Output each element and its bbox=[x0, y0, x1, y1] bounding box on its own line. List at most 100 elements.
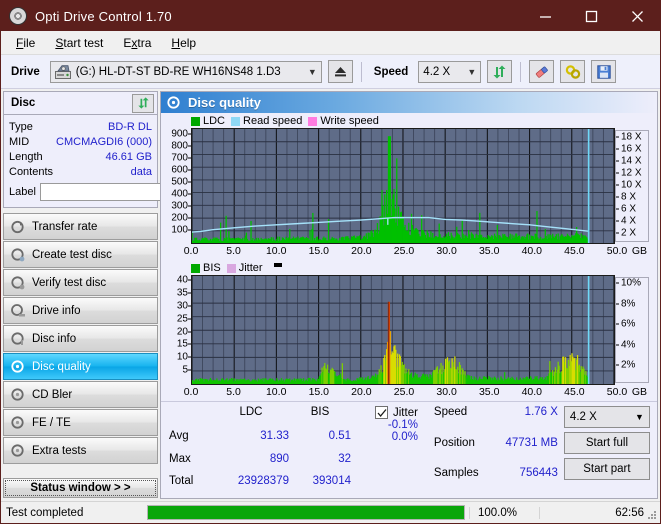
sidebar-item-transfer-rate[interactable]: Transfer rate bbox=[3, 213, 158, 240]
axis-tick-label: 0.0 bbox=[183, 245, 199, 257]
maximize-button[interactable] bbox=[568, 1, 614, 31]
nav-list: Transfer rate Create test disc Verify te… bbox=[3, 213, 158, 464]
disc-quality-icon bbox=[167, 95, 181, 110]
disc-label-row: Label bbox=[9, 181, 243, 202]
refresh-button[interactable] bbox=[487, 60, 513, 83]
disc-refresh-button[interactable] bbox=[132, 93, 154, 113]
axis-tick-label: 35.0 bbox=[478, 386, 500, 398]
sidebar-item-create-test-disc[interactable]: Create test disc bbox=[3, 241, 158, 268]
title-bar: Opti Drive Control 1.70 bbox=[1, 1, 660, 31]
stats-avg-bis: 0.51 bbox=[328, 429, 351, 442]
axis-tick-mark bbox=[616, 172, 619, 174]
axis-tick-mark bbox=[616, 148, 619, 150]
minimize-button[interactable] bbox=[522, 1, 568, 31]
stats-total-ldc: 23928379 bbox=[237, 475, 289, 488]
drive-label: Drive bbox=[11, 65, 40, 78]
menu-file[interactable]: FFileile bbox=[7, 33, 44, 53]
resize-grip-icon[interactable] bbox=[647, 510, 657, 520]
bis-plot-wrap: 5 10 15 20 25 30 35 40 2% 4% 6% 8% 10% bbox=[165, 275, 651, 385]
axis-tick-label: 100 bbox=[171, 224, 188, 236]
ldc-plot-wrap: 100 200 300 400 500 600 700 800 900 2 X4 X6 X8 X… bbox=[165, 128, 651, 244]
sidebar-item-verify-test-disc[interactable]: Verify test disc bbox=[3, 269, 158, 296]
sidebar-item-disc-quality[interactable]: Disc quality bbox=[3, 353, 158, 380]
menu-start-test[interactable]: Start test bbox=[46, 33, 112, 53]
axis-tick-label: 15 bbox=[176, 338, 188, 350]
app-body: Disc Type BD-R DL MID CMCMAGDI6 (000) Le… bbox=[1, 89, 660, 501]
legend-swatch-ldc bbox=[191, 116, 200, 126]
action-buttons: 4.2 X ▼ Start full Start part bbox=[563, 406, 650, 498]
bis-chart-block: BIS Jitter 5 10 15 20 25 30 35 40 2% 4% 6% 8% 10% 0 bbox=[161, 260, 657, 401]
axis-unit-label: GB bbox=[631, 245, 647, 257]
axis-tick-label: 45.0 bbox=[564, 386, 585, 398]
sidebar-item-label: CD Bler bbox=[32, 388, 73, 401]
drive-select[interactable]: (G:) HL-DT-ST BD-RE WH16NS48 1.D3 ▼ bbox=[49, 60, 322, 83]
axis-tick-label: 10% bbox=[621, 277, 642, 289]
toolbar: Drive (G:) HL-DT-ST BD-RE WH16NS48 1.D3 … bbox=[1, 55, 660, 89]
sidebar-item-extra-tests[interactable]: Extra tests bbox=[3, 437, 158, 464]
disc-drive-icon bbox=[11, 303, 25, 318]
settings-button[interactable] bbox=[560, 60, 586, 83]
sidebar-item-fe-te[interactable]: FE / TE bbox=[3, 409, 158, 436]
disc-contents-value: data bbox=[130, 165, 152, 178]
menu-help[interactable]: Help bbox=[162, 33, 205, 53]
eject-button[interactable] bbox=[327, 60, 353, 83]
ldc-chart-block: LDC Read speed Write speed 100 200 300 400 5… bbox=[161, 113, 657, 260]
close-button[interactable] bbox=[614, 1, 660, 31]
save-button[interactable] bbox=[591, 60, 617, 83]
axis-tick-label: 300 bbox=[171, 200, 188, 212]
sidebar-item-label: Verify test disc bbox=[32, 276, 107, 289]
app-disc-icon bbox=[9, 7, 27, 25]
erase-button[interactable] bbox=[529, 60, 555, 83]
jitter-column: Jitter -0.1% 0.0% bbox=[375, 406, 418, 498]
stats-corner bbox=[169, 406, 213, 430]
sidebar-item-disc-info[interactable]: Disc info bbox=[3, 325, 158, 352]
disc-mid-label: MID bbox=[9, 135, 30, 148]
bis-y-axis-left: 5 10 15 20 25 30 35 40 bbox=[165, 275, 191, 385]
sidebar-item-drive-info[interactable]: Drive info bbox=[3, 297, 158, 324]
test-speed-select[interactable]: 4.2 X ▼ bbox=[563, 406, 650, 428]
jitter-avg-value: -0.1% bbox=[387, 419, 418, 431]
jitter-toggle-row[interactable]: Jitter bbox=[375, 406, 418, 419]
ldc-y-axis-left: 100 200 300 400 500 600 700 800 900 bbox=[165, 128, 191, 244]
legend-item-ldc: LDC bbox=[191, 115, 225, 127]
ldc-plot bbox=[191, 128, 615, 244]
axis-tick-label: 5.0 bbox=[226, 386, 241, 398]
axis-tick-label: 15.0 bbox=[308, 245, 330, 257]
legend-item-bis: BIS bbox=[191, 262, 221, 274]
axis-tick-label: 35 bbox=[176, 287, 188, 299]
axis-tick-mark bbox=[616, 232, 619, 234]
axis-tick-label: 5.0 bbox=[226, 245, 241, 257]
bis-plot bbox=[191, 275, 615, 385]
axis-tick-label: 8 X bbox=[621, 191, 637, 203]
test-speed-value: 4.2 X bbox=[569, 411, 597, 423]
status-text: Test completed bbox=[6, 506, 84, 519]
legend-label-bis: BIS bbox=[203, 262, 221, 274]
legend-label-write-speed: Write speed bbox=[320, 115, 379, 127]
legend-label-read-speed: Read speed bbox=[243, 115, 303, 127]
axis-tick-label: 50.0 bbox=[606, 386, 628, 398]
start-full-button[interactable]: Start full bbox=[563, 432, 650, 454]
stats-total-bis: 393014 bbox=[312, 475, 351, 488]
stats-avg-ldc: 31.33 bbox=[260, 429, 289, 442]
disc-info-icon bbox=[11, 331, 25, 346]
axis-tick-label: 16 X bbox=[621, 143, 642, 155]
menu-extra[interactable]: Extra bbox=[114, 33, 160, 53]
sidebar-item-cd-bler[interactable]: CD Bler bbox=[3, 381, 158, 408]
start-part-button[interactable]: Start part bbox=[563, 458, 650, 480]
toolbar-separator bbox=[520, 61, 522, 82]
jitter-checkbox[interactable] bbox=[375, 406, 388, 419]
speed-select[interactable]: 4.2 X ▼ bbox=[418, 60, 482, 83]
stats-col-bis: BIS bbox=[310, 406, 330, 418]
axis-tick-mark bbox=[616, 282, 619, 284]
disc-row-contents: Contents data bbox=[9, 164, 152, 179]
disc-row-length: Length 46.61 GB bbox=[9, 149, 152, 164]
speed-result-value: 1.76 X bbox=[524, 406, 558, 418]
disc-row-type: Type BD-R DL bbox=[9, 119, 152, 134]
stats-col-ldc: LDC bbox=[239, 406, 263, 418]
samples-label: Samples bbox=[433, 467, 479, 480]
status-window-button[interactable]: Status window > > bbox=[3, 478, 158, 498]
disc-bler-icon bbox=[11, 387, 25, 402]
disc-quality-header: Disc quality bbox=[161, 92, 657, 113]
drive-value: (G:) HL-DT-ST BD-RE WH16NS48 1.D3 bbox=[75, 65, 281, 78]
disc-row-mid: MID CMCMAGDI6 (000) bbox=[9, 134, 152, 149]
